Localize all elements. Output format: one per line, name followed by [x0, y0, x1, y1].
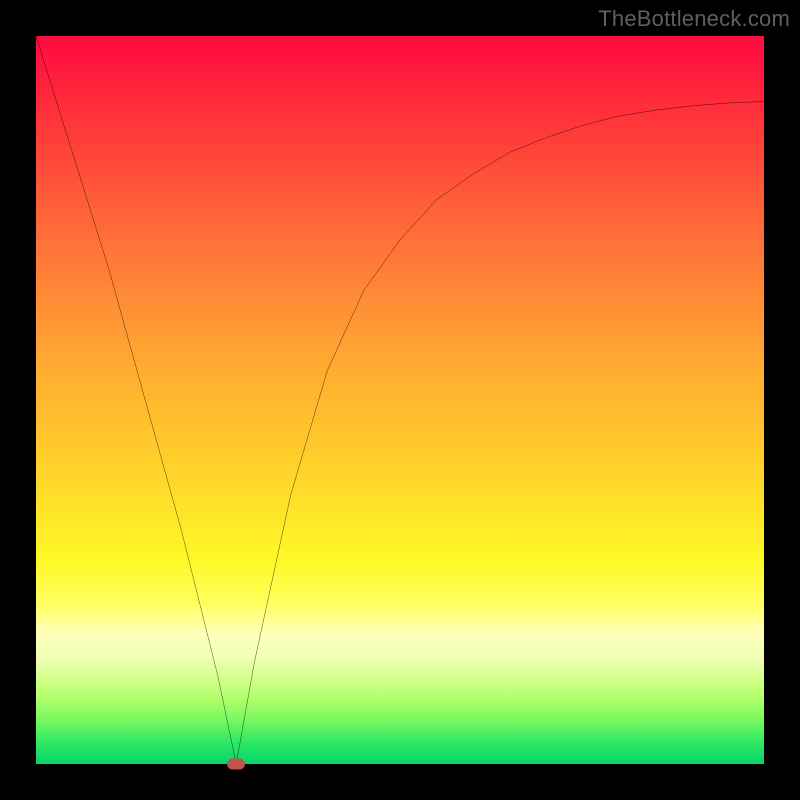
attribution-label: TheBottleneck.com: [598, 6, 790, 32]
plot-area: [36, 36, 764, 764]
curve-line: [36, 36, 764, 764]
minimum-marker: [227, 759, 245, 770]
chart-frame: TheBottleneck.com: [0, 0, 800, 800]
curve-svg: [36, 36, 764, 764]
